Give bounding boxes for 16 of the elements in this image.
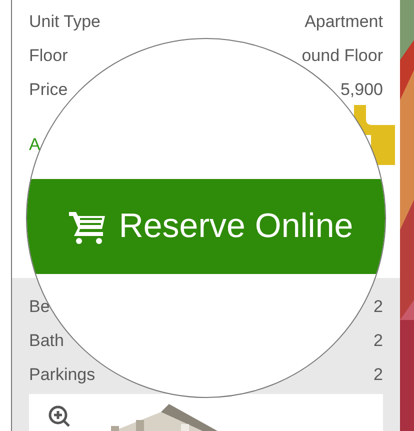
row-value: 2 — [374, 365, 383, 385]
row-value: 2 — [374, 297, 383, 317]
zoom-in-icon[interactable] — [47, 404, 71, 428]
row-value: ound Floor — [302, 46, 383, 66]
link-text[interactable]: A — [12, 107, 400, 155]
row-value: Apartment — [304, 12, 383, 32]
row-value: 5,900 — [340, 80, 383, 100]
row-label: Bath — [29, 331, 64, 351]
row-label: Unit Type — [29, 12, 101, 32]
row-label: Floor — [29, 46, 68, 66]
row-value: 2 — [374, 331, 383, 351]
row-label: Price — [29, 80, 68, 100]
row-label: Parkings — [29, 365, 96, 385]
cart-icon — [68, 210, 105, 244]
reserve-button[interactable]: Reserve Online — [27, 179, 385, 274]
row-label: Be — [29, 297, 50, 317]
